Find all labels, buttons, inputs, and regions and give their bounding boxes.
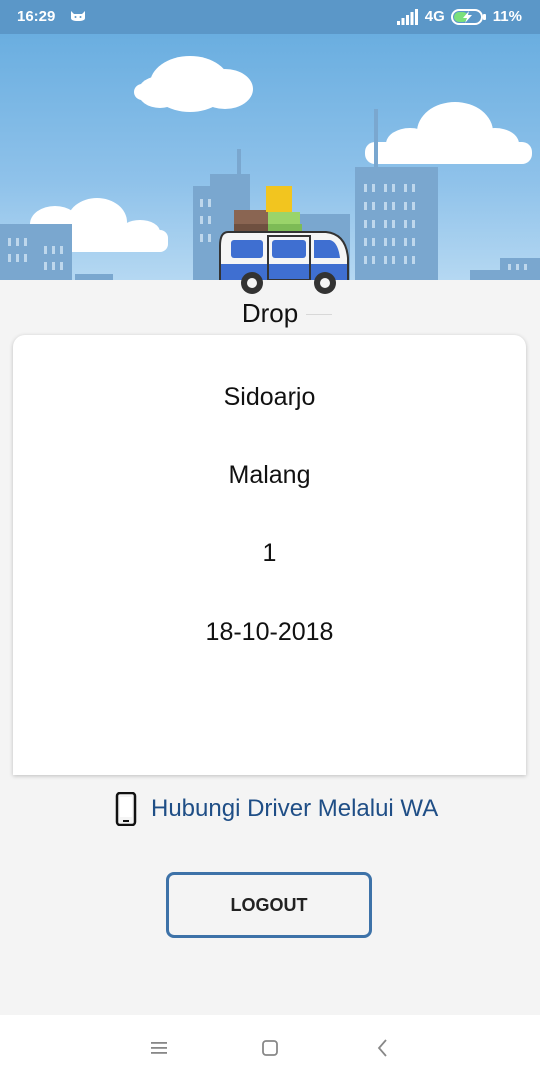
cat-notification-icon xyxy=(70,9,86,26)
destination-value: Malang xyxy=(228,461,311,489)
home-icon[interactable] xyxy=(255,1033,285,1063)
phone-icon xyxy=(113,791,139,827)
contact-driver-link[interactable]: Hubungi Driver Melalui WA xyxy=(113,791,439,827)
header-illustration xyxy=(0,34,540,280)
origin-value: Sidoarjo xyxy=(223,383,316,411)
logout-button[interactable]: LOGOUT xyxy=(166,872,372,938)
network-type: 4G xyxy=(424,8,445,25)
signal-icon xyxy=(396,8,419,25)
trip-card: Sidoarjo Malang 1 18-10-2018 xyxy=(13,335,526,775)
back-icon[interactable] xyxy=(368,1033,398,1063)
van-wheels xyxy=(241,272,336,294)
battery-charging-icon xyxy=(450,8,487,25)
page-title: Drop xyxy=(241,298,299,328)
battery-level: 11% xyxy=(492,8,522,25)
passenger-count-value: 1 xyxy=(262,539,277,567)
status-indicators: 4G 11% xyxy=(396,8,522,25)
status-time: 16:29 xyxy=(17,8,56,25)
title-divider xyxy=(306,314,332,315)
contact-driver-label: Hubungi Driver Melalui WA xyxy=(151,795,439,822)
navigation-bar xyxy=(0,1015,540,1080)
menu-icon[interactable] xyxy=(144,1033,174,1063)
date-value: 18-10-2018 xyxy=(205,618,334,646)
status-bar: 16:29 4G 11% xyxy=(0,0,540,34)
